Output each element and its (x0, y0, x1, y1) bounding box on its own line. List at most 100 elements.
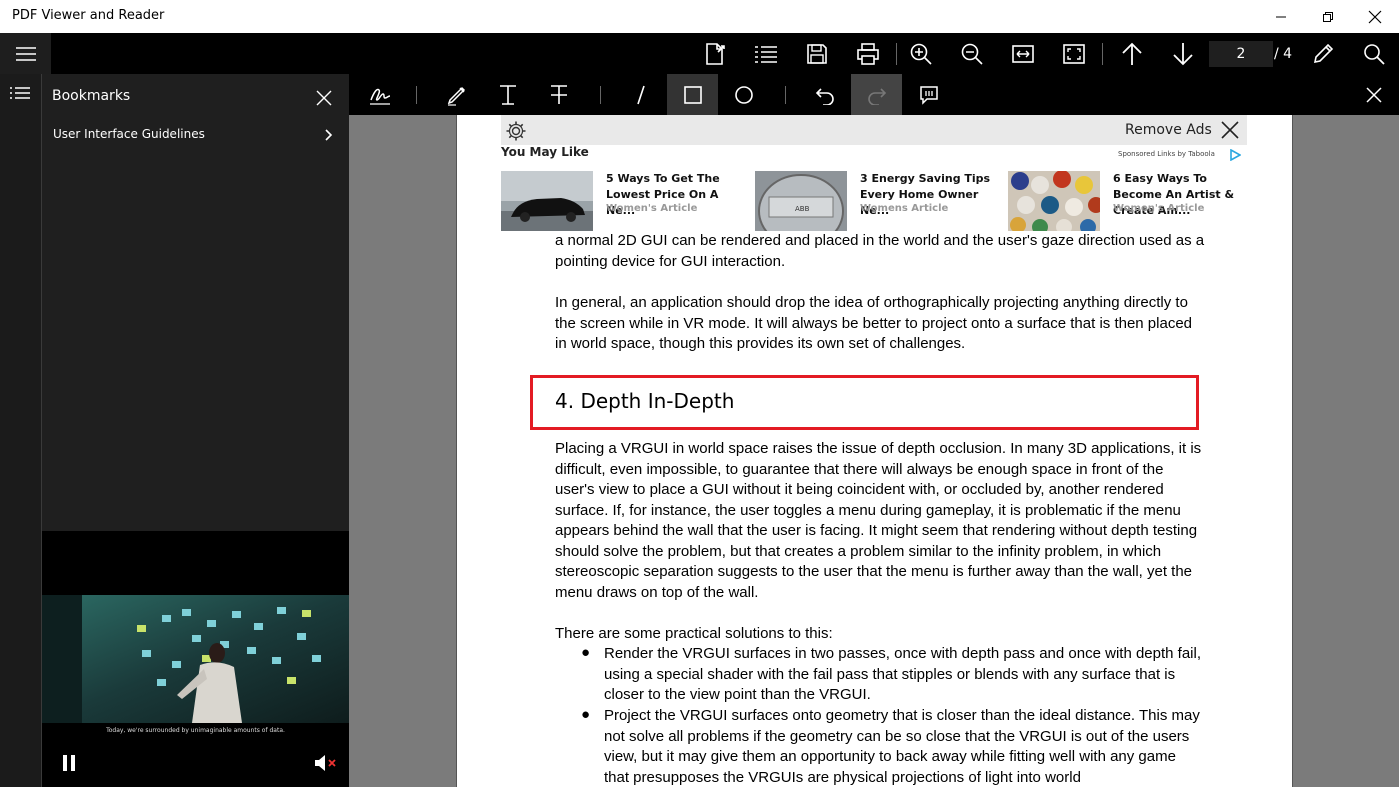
close-bookmarks-button[interactable] (312, 86, 336, 110)
print-button[interactable] (842, 33, 893, 74)
bookmark-item[interactable]: User Interface Guidelines (42, 122, 349, 152)
undo-icon (815, 87, 834, 105)
title-bar: PDF Viewer and Reader (0, 0, 1399, 33)
chevron-right-icon (325, 129, 333, 141)
ad-source: Womens Article (860, 203, 949, 214)
redo-icon (867, 87, 886, 105)
list-view-button[interactable] (740, 33, 791, 74)
zoom-in-button[interactable] (895, 33, 946, 74)
fit-width-icon (1011, 44, 1034, 63)
signature-icon (369, 88, 390, 105)
ad-thumbnail-meter[interactable]: ABB (755, 171, 847, 231)
remove-ads-link[interactable]: Remove Ads (1125, 122, 1212, 138)
paragraph: a normal 2D GUI can be rendered and plac… (555, 232, 1205, 270)
ad-thumbnail-paints[interactable] (1008, 171, 1100, 231)
close-icon (1368, 10, 1382, 23)
pause-button[interactable] (60, 753, 78, 777)
ad-card[interactable]: ABB 3 Energy Saving Tips Every Home Owne… (755, 171, 1005, 231)
video-player: Today, we're surrounded by unimaginable … (42, 531, 349, 787)
comment-icon (919, 85, 938, 105)
undo-button[interactable] (799, 74, 850, 115)
bullet-marker: ● (581, 706, 591, 723)
ellipse-tool[interactable] (718, 74, 769, 115)
paragraph: There are some practical solutions to th… (555, 625, 833, 642)
rectangle-icon (683, 85, 702, 104)
menu-button[interactable] (0, 33, 51, 74)
bookmarks-toggle[interactable] (9, 86, 31, 106)
save-button[interactable] (791, 33, 842, 74)
text-cursor-icon (499, 84, 516, 105)
signature-tool[interactable] (354, 74, 405, 115)
taboola-play-icon (1230, 149, 1241, 161)
app-title: PDF Viewer and Reader (12, 8, 165, 23)
page-number-input[interactable]: 2 (1209, 41, 1273, 67)
bookmarks-title: Bookmarks (52, 88, 131, 104)
pencil-icon (1313, 43, 1333, 63)
page-total: / 4 (1274, 46, 1293, 62)
ad-banner: Remove Ads (501, 115, 1247, 145)
text-tool[interactable] (482, 74, 533, 115)
strikethrough-icon (550, 84, 567, 104)
list-item: Project the VRGUI surfaces onto geometry… (604, 707, 1200, 786)
list-item: Render the VRGUI surfaces in two passes,… (604, 645, 1201, 703)
ad-source: Women's Article (606, 203, 698, 214)
minimize-button[interactable] (1258, 0, 1304, 33)
rectangle-tool[interactable] (667, 74, 718, 115)
line-tool[interactable] (615, 74, 666, 115)
search-icon (1363, 43, 1385, 65)
close-icon (316, 90, 332, 106)
close-annotation-toolbar-button[interactable] (1348, 74, 1399, 115)
ad-thumbnail-car[interactable] (501, 171, 593, 231)
main-toolbar: 2 / 4 (0, 33, 1399, 74)
new-document-icon (705, 42, 725, 65)
zoom-out-button[interactable] (946, 33, 997, 74)
fit-page-icon (1062, 43, 1085, 64)
close-window-button[interactable] (1352, 0, 1398, 33)
annotation-toolbar (349, 74, 1399, 115)
you-may-like-heading: You May Like (501, 145, 589, 159)
sponsored-label[interactable]: Sponsored Links by Taboola (1118, 150, 1215, 158)
zoom-in-icon (910, 43, 932, 65)
annotate-button[interactable] (1297, 33, 1348, 74)
fit-width-button[interactable] (997, 33, 1048, 74)
ad-source: Women's Article (1113, 203, 1205, 214)
strikethrough-tool[interactable] (533, 74, 584, 115)
close-icon (1365, 86, 1382, 103)
side-rail (0, 74, 42, 787)
restore-button[interactable] (1305, 0, 1351, 33)
restore-icon (1323, 11, 1333, 22)
open-file-button[interactable] (689, 33, 740, 74)
next-page-button[interactable] (1157, 33, 1208, 74)
redo-button[interactable] (851, 74, 902, 115)
save-icon (806, 43, 827, 64)
search-button[interactable] (1348, 33, 1399, 74)
pdf-page[interactable]: Remove Ads You May Like Sponsored Links … (456, 115, 1293, 787)
highlighter-icon (447, 86, 465, 106)
previous-page-button[interactable] (1106, 33, 1157, 74)
close-icon (1221, 121, 1239, 139)
bookmark-list-icon (10, 87, 30, 99)
zoom-out-icon (961, 43, 983, 65)
svg-text:ABB: ABB (795, 205, 810, 213)
gear-icon (506, 121, 526, 141)
ad-card[interactable]: 5 Ways To Get The Lowest Price On A Ne..… (501, 171, 751, 231)
section-heading: 4. Depth In-Depth (555, 389, 735, 413)
minimize-icon (1276, 16, 1286, 17)
circle-icon (734, 85, 753, 104)
document-viewer[interactable]: Remove Ads You May Like Sponsored Links … (349, 115, 1399, 787)
fit-page-button[interactable] (1048, 33, 1099, 74)
list-icon (754, 45, 777, 63)
pause-icon (63, 755, 75, 771)
volume-muted-icon (315, 755, 336, 771)
video-frame-image (42, 595, 349, 723)
arrow-up-icon (1121, 42, 1142, 65)
video-frame[interactable] (42, 595, 349, 723)
hamburger-icon (15, 46, 36, 61)
ad-card[interactable]: 6 Easy Ways To Become An Artist & Create… (1008, 171, 1258, 231)
mute-button[interactable] (313, 753, 339, 777)
bookmarks-panel: Bookmarks User Interface Guidelines (42, 74, 349, 531)
comment-tool[interactable] (903, 74, 954, 115)
paragraph: Placing a VRGUI in world space raises th… (555, 440, 1202, 601)
bookmark-label: User Interface Guidelines (53, 127, 205, 141)
highlighter-tool[interactable] (431, 74, 482, 115)
